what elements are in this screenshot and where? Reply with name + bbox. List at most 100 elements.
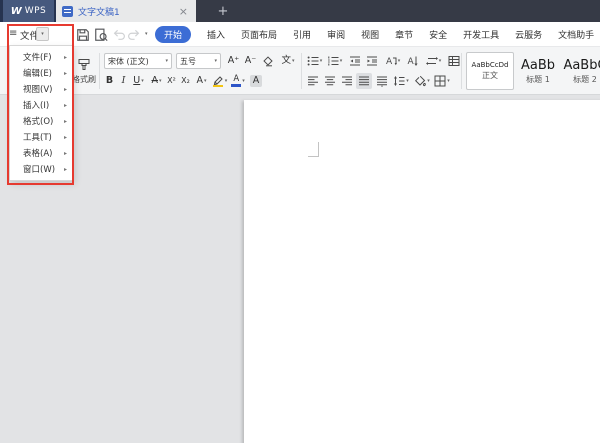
tab-page-layout[interactable]: 页面布局 [241,28,277,41]
customize-quick-access-icon[interactable]: ▾ [145,32,148,37]
align-left-icon [307,76,318,86]
style-preview: AaBbC [563,57,600,73]
underline-button[interactable]: U ▾ [130,73,147,89]
sort-button[interactable]: A [405,53,421,69]
numbered-list-button[interactable]: ▾ [325,53,344,69]
pinyin-label: 文 [281,55,291,67]
paint-bucket-icon [415,75,427,87]
chevron-down-icon: ▾ [41,30,44,37]
char-shading-button[interactable]: A [248,73,264,89]
text-effects-button[interactable]: A ▾ [193,73,210,89]
align-center-button[interactable] [322,73,337,89]
svg-text:A: A [408,57,415,67]
font-color-label: A [233,73,240,84]
document-area [0,95,600,443]
hamburger-icon[interactable]: ≡ [9,28,17,39]
line-spacing-button[interactable]: ▾ [391,73,411,89]
line-spacing-icon [394,76,405,86]
font-name-select[interactable]: 宋体 (正文) ▾ [104,53,172,69]
menu-item-label: 格式(O) [23,117,54,127]
chevron-down-icon: ▾ [242,77,245,84]
home-ribbon-toolbar: 格式刷 宋体 (正文) ▾ 五号 ▾ A⁺ A⁻ 文 ▾ B I U ▾ A ▾… [0,46,600,95]
tab-close-icon[interactable]: × [177,6,190,17]
submenu-arrow-icon: ▸ [63,101,67,109]
wps-writer-window: W WPS 文字文稿1 × + ≡ 文件 ▾ ▾ 开始 插入 页面布局 引用 审… [0,0,600,443]
text-direction-button[interactable]: A ▾ [382,53,403,69]
tab-security[interactable]: 安全 [429,28,447,41]
style-preview: AaBb [520,57,556,73]
layout-grid-button[interactable] [446,53,461,69]
file-menu-caret-button[interactable]: ▾ [36,27,49,41]
clear-format-icon [262,56,273,67]
increase-indent-button[interactable] [364,53,379,69]
pinyin-guide-button[interactable]: 文 ▾ [278,53,298,69]
strikethrough-button[interactable]: A ▾ [148,73,165,89]
tab-developer[interactable]: 开发工具 [463,28,499,41]
wps-app-name: WPS [24,6,47,16]
subscript-button[interactable]: X₂ [178,73,193,89]
separator [461,53,462,89]
menu-item-label: 工具(T) [23,133,52,143]
highlight-button[interactable]: ▾ [210,73,229,89]
tab-review[interactable]: 审阅 [327,28,345,41]
decrease-indent-button[interactable] [347,53,362,69]
font-color-button[interactable]: A ▾ [229,73,247,89]
bold-button[interactable]: B [103,73,116,89]
chevron-down-icon: ▾ [319,57,323,64]
superscript-label: X² [167,76,176,85]
shading-bucket-button[interactable]: ▾ [412,73,432,89]
distribute-icon [376,76,387,87]
print-preview-icon[interactable] [94,27,108,42]
tab-doc-assistant[interactable]: 文档助手 [558,28,594,41]
chevron-down-icon: ▾ [158,77,162,84]
bullet-list-button[interactable]: ▾ [305,53,324,69]
style-normal[interactable]: AaBbCcDd 正文 [466,52,514,90]
align-right-button[interactable] [339,73,354,89]
char-scale-button[interactable]: ▾ [423,53,444,69]
tab-home[interactable]: 开始 [155,25,192,43]
font-name-value: 宋体 (正文) [108,56,149,66]
font-color-icon: A [231,73,242,88]
style-heading1[interactable]: AaBb 标题 1 [517,52,559,90]
new-tab-button[interactable]: + [208,0,238,22]
menu-item-table[interactable]: 表格(A) ▸ [10,147,72,159]
style-name: 标题 2 [573,74,597,84]
shrink-font-button[interactable]: A⁻ [243,53,258,69]
align-left-button[interactable] [305,73,320,89]
chevron-down-icon: ▾ [447,77,450,84]
tab-section[interactable]: 章节 [395,28,413,41]
submenu-arrow-icon: ▸ [63,149,67,157]
redo-icon[interactable] [127,27,141,41]
distribute-button[interactable] [374,73,389,89]
clear-format-button[interactable] [260,53,275,69]
font-size-select[interactable]: 五号 ▾ [176,53,221,69]
tab-view[interactable]: 视图 [361,28,379,41]
document-tab[interactable]: 文字文稿1 × [56,0,196,22]
tab-insert[interactable]: 插入 [207,28,225,41]
undo-icon[interactable] [112,27,126,41]
save-icon[interactable] [76,27,90,41]
menu-item-edit[interactable]: 编辑(E) ▸ [10,67,72,79]
menu-item-tools[interactable]: 工具(T) ▸ [10,131,72,143]
tab-references[interactable]: 引用 [293,28,311,41]
style-heading2[interactable]: AaBbC 标题 2 [560,52,600,90]
menu-item-insert[interactable]: 插入(I) ▸ [10,99,72,111]
format-painter-label: 格式刷 [72,74,96,84]
bullet-list-icon [307,56,319,66]
document-page[interactable] [244,100,600,443]
menu-item-view[interactable]: 视图(V) ▸ [10,83,72,95]
chevron-down-icon: ▾ [214,57,217,64]
borders-button[interactable]: ▾ [432,73,452,89]
justify-button[interactable] [356,73,372,89]
italic-button[interactable]: I [118,73,129,89]
menu-item-window[interactable]: 窗口(W) ▸ [10,163,72,175]
text-direction-icon: A [386,57,397,67]
wps-home-button[interactable]: W WPS [3,0,54,22]
superscript-button[interactable]: X² [164,73,179,89]
chevron-down-icon: ▾ [406,77,409,84]
tab-cloud[interactable]: 云服务 [515,28,542,41]
chevron-down-icon: ▾ [397,57,401,64]
menu-item-format[interactable]: 格式(O) ▸ [10,115,72,127]
grow-font-button[interactable]: A⁺ [226,53,241,69]
menu-item-file[interactable]: 文件(F) ▸ [10,51,72,63]
